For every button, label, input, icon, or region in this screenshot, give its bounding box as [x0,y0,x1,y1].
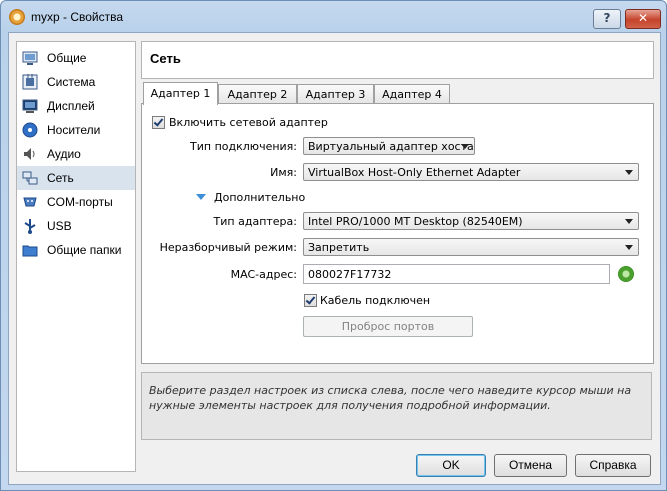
network-icon [22,171,38,185]
sidebar-item-label: Носители [47,123,101,137]
sidebar-item-network[interactable]: Сеть [17,166,135,190]
tab-label: Адаптер 3 [305,88,366,101]
title-bar[interactable]: myxp - Свойства ? ✕ [1,1,666,31]
shared-folders-icon [22,245,38,257]
chevron-down-icon [625,170,633,175]
settings-sidebar: Общие Система Дисплей Носители Аудио Сет… [16,41,136,472]
sidebar-item-label: Система [47,75,96,89]
sidebar-item-label: COM-порты [47,195,113,209]
attached-to-value: Виртуальный адаптер хоста [308,140,474,153]
cable-connected-checkbox[interactable] [304,294,317,307]
adapter-name-select[interactable]: VirtualBox Host-Only Ethernet Adapter [303,163,639,181]
help-title-button[interactable]: ? [593,9,621,29]
info-description: Выберите раздел настроек из списка слева… [141,372,652,440]
virtualbox-app-icon [9,9,25,25]
tab-label: Адаптер 2 [227,88,288,101]
display-icon [22,99,38,113]
sidebar-item-label: Дисплей [47,99,95,113]
sidebar-item-label: Аудио [47,147,81,161]
enable-adapter-checkbox[interactable] [152,116,165,129]
mac-address-value: 080027F17732 [308,268,392,281]
ok-button[interactable]: OK [416,454,486,477]
refresh-mac-icon[interactable] [618,266,634,282]
tab-adapter-4[interactable]: Адаптер 4 [374,84,450,104]
sidebar-item-usb[interactable]: USB [17,214,135,238]
cable-connected-label: Кабель подключен [320,294,431,307]
chevron-down-icon [625,245,633,250]
storage-icon [22,122,38,138]
properties-dialog: myxp - Свойства ? ✕ Общие Система Диспле… [0,0,667,491]
close-button[interactable]: ✕ [625,9,661,29]
promiscuous-mode-label: Неразборчивый режим: [159,241,297,254]
audio-icon [24,148,35,160]
general-icon [22,51,38,65]
sidebar-item-label: Общие [47,51,87,65]
promiscuous-mode-select[interactable]: Запретить [303,238,639,256]
tab-label: Адаптер 1 [150,87,211,100]
adapter-type-value: Intel PRO/1000 MT Desktop (82540EM) [308,215,523,228]
enable-adapter-label: Включить сетевой адаптер [169,116,328,129]
system-icon [22,74,38,90]
usb-icon [24,219,36,234]
page-title: Сеть [150,51,181,66]
expand-arrow-icon[interactable] [196,194,206,200]
sidebar-item-general[interactable]: Общие [17,46,135,70]
tab-adapter-2[interactable]: Адаптер 2 [218,84,297,104]
sidebar-item-label: USB [47,219,72,233]
sidebar-item-display[interactable]: Дисплей [17,94,135,118]
advanced-toggle[interactable]: Дополнительно [214,191,305,204]
sidebar-item-storage[interactable]: Носители [17,118,135,142]
adapter-type-select[interactable]: Intel PRO/1000 MT Desktop (82540EM) [303,212,639,230]
sidebar-item-system[interactable]: Система [17,70,135,94]
page-header: Сеть [141,41,654,79]
promiscuous-mode-value: Запретить [308,241,370,254]
adapter-name-label: Имя: [270,166,297,179]
chevron-down-icon [461,144,469,149]
cancel-button[interactable]: Отмена [494,454,567,477]
tab-label: Адаптер 4 [382,88,442,101]
attached-to-select[interactable]: Виртуальный адаптер хоста [303,137,475,155]
sidebar-item-audio[interactable]: Аудио [17,142,135,166]
mac-address-field[interactable]: 080027F17732 [303,264,610,284]
tab-adapter-3[interactable]: Адаптер 3 [297,84,374,104]
mac-address-label: MAC-адрес: [230,268,297,281]
port-forwarding-button[interactable]: Проброс портов [303,316,473,337]
help-button[interactable]: Справка [575,454,651,477]
adapter-type-label: Тип адаптера: [213,215,297,228]
sidebar-item-shared-folders[interactable]: Общие папки [17,238,135,262]
sidebar-item-serial-ports[interactable]: COM-порты [17,190,135,214]
client-area: Общие Система Дисплей Носители Аудио Сет… [8,32,661,485]
sidebar-item-label: Общие папки [47,243,122,257]
serial-ports-icon [23,197,37,207]
chevron-down-icon [625,219,633,224]
attached-to-label: Тип подключения: [190,140,297,153]
sidebar-item-label: Сеть [47,171,74,185]
tab-adapter-1[interactable]: Адаптер 1 [143,82,218,105]
adapter-name-value: VirtualBox Host-Only Ethernet Adapter [308,166,521,179]
window-title: myxp - Свойства [31,10,124,24]
